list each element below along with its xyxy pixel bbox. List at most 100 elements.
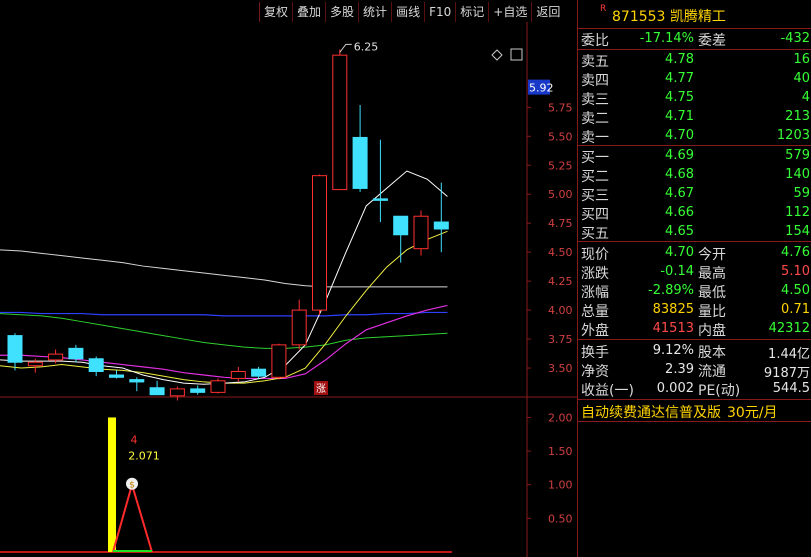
toolbar-add-watchlist-button[interactable]: +自选 (488, 2, 531, 22)
candle-body[interactable] (413, 215, 429, 250)
candle-body[interactable] (393, 215, 409, 236)
bid-row: 买三 4.67 59 (578, 184, 811, 204)
candle-body[interactable] (210, 380, 226, 393)
price-tick-label: 3.50 (548, 362, 573, 375)
toolbar-fuquan-button[interactable]: 复权 (259, 2, 292, 22)
price-tick-label: 3.75 (548, 333, 573, 346)
price-tick-label: 5.25 (548, 159, 573, 172)
subscription-ad[interactable]: 自动续费通达信普及版 30元/月 (581, 402, 778, 422)
candle-body[interactable] (251, 368, 267, 377)
price-tick-label: 4.50 (548, 246, 573, 259)
quote-label: 最低 (698, 285, 726, 301)
bid-volume: 112 (785, 205, 810, 220)
toolbar-overlay-button[interactable]: 叠加 (292, 2, 325, 22)
fundamental-value: 544.5 (772, 381, 810, 396)
candle-body[interactable] (271, 344, 287, 378)
bid-row: 买四 4.66 112 (578, 203, 811, 223)
ask-price: 4.75 (665, 90, 694, 105)
ask-price: 4.78 (665, 52, 694, 67)
ask-row: 卖四 4.77 40 (578, 69, 811, 89)
ask-volume: 1203 (776, 128, 810, 143)
bid-label: 买五 (581, 226, 609, 242)
ask-row: 卖一 4.70 1203 (578, 126, 811, 146)
quote-label: 涨幅 (581, 285, 609, 301)
ad-text: 自动续费通达信普及版 (581, 405, 721, 421)
candle-body[interactable] (68, 347, 84, 360)
toolbar-multi-stock-button[interactable]: 多股 (325, 2, 358, 22)
candle-body[interactable] (169, 388, 185, 397)
ask-volume: 16 (793, 52, 810, 67)
candle-body[interactable] (332, 54, 348, 191)
bid-volume: 59 (793, 186, 810, 201)
bid-volume: 579 (785, 148, 810, 163)
fundamental-value: 0.002 (656, 381, 694, 396)
candle-body[interactable] (7, 335, 23, 363)
quote-value: 4.50 (781, 283, 810, 298)
candle-body[interactable] (129, 379, 145, 383)
divider (578, 421, 811, 422)
toolbar-draw-line-button[interactable]: 画线 (391, 2, 424, 22)
candle-body[interactable] (88, 358, 104, 373)
candle-body[interactable] (27, 361, 43, 367)
ask-label: 卖三 (581, 92, 609, 108)
quote-value: 0.71 (781, 302, 810, 317)
fundamental-label: 流通 (698, 364, 726, 380)
bid-price: 4.66 (665, 205, 694, 220)
chart-background (0, 22, 577, 557)
fundamental-row: 收益(一) 0.002 PE(动) 544.5 (578, 379, 811, 399)
chart-area[interactable]: 5.75 5.50 5.25 5.00 4.75 4.50 4.25 4.00 3.75 3.50… (0, 22, 577, 557)
candle-body[interactable] (48, 353, 64, 361)
toolbar-f10-button[interactable]: F10 (424, 2, 455, 22)
candle-body[interactable] (291, 309, 307, 346)
candle-body[interactable] (352, 136, 368, 189)
divider (578, 399, 811, 400)
toolbar-mark-button[interactable]: 标记 (455, 2, 488, 22)
stock-header: R 871553 凯腾精工 (578, 0, 811, 28)
candle-body[interactable] (433, 221, 449, 230)
bid-volume: 154 (785, 224, 810, 239)
toolbar-back-button[interactable]: 返回 (531, 2, 564, 22)
quote-row: 涨幅 -2.89% 最低 4.50 (578, 281, 811, 301)
fundamental-label: 收益(一) (581, 383, 634, 399)
ask-volume: 4 (801, 90, 810, 105)
fundamental-label: 股本 (698, 345, 726, 361)
candle-body[interactable] (149, 387, 165, 396)
candle-body[interactable] (109, 374, 124, 378)
indicator-bar (108, 417, 116, 552)
chart-toolbar: 复权 叠加 多股 统计 画线 F10 标记 +自选 返回 (259, 2, 564, 22)
indicator-tick-label: 2.00 (548, 411, 573, 424)
ask-label: 卖一 (581, 130, 609, 146)
quote-row: 现价 4.70 今开 4.76 (578, 243, 811, 263)
r-badge: R (600, 4, 607, 14)
stock-name[interactable]: 871553 凯腾精工 (612, 6, 726, 26)
candle-body[interactable] (312, 175, 327, 311)
ask-volume: 213 (785, 109, 810, 124)
quote-panel: R 871553 凯腾精工 委比 -17.14% 委差 -432 卖五 4.78 1… (577, 0, 811, 557)
quote-label: 今开 (698, 247, 726, 263)
quote-value: 4.76 (781, 245, 810, 260)
ask-label: 卖五 (581, 54, 609, 70)
rise-marker-label: 涨 (316, 383, 326, 395)
quote-row: 总量 83825 量比 0.71 (578, 300, 811, 320)
ask-row: 卖五 4.78 16 (578, 50, 811, 70)
quote-label: 涨跌 (581, 266, 609, 282)
fundamental-label: 净资 (581, 364, 609, 380)
indicator-tick-label: 0.50 (548, 512, 573, 525)
bid-price: 4.67 (665, 186, 694, 201)
ask-price: 4.77 (665, 71, 694, 86)
quote-value: 83825 (652, 302, 694, 317)
kline-chart[interactable]: 5.75 5.50 5.25 5.00 4.75 4.50 4.25 4.00 3.75 3.50… (0, 22, 577, 557)
candle-body[interactable] (230, 371, 246, 379)
candle-body[interactable] (372, 198, 388, 201)
price-tick-label: 4.25 (548, 275, 573, 288)
price-tick-label: 4.75 (548, 217, 573, 230)
weibi-label: 委比 (581, 33, 609, 49)
bid-row: 买五 4.65 154 (578, 222, 811, 242)
toolbar-statistics-button[interactable]: 统计 (358, 2, 391, 22)
candle-body[interactable] (190, 388, 206, 393)
price-tick-label: 5.50 (548, 130, 573, 143)
divider (578, 339, 811, 340)
quote-label: 外盘 (581, 323, 609, 339)
quote-label: 现价 (581, 247, 609, 263)
price-tick-label: 5.75 (548, 101, 573, 114)
